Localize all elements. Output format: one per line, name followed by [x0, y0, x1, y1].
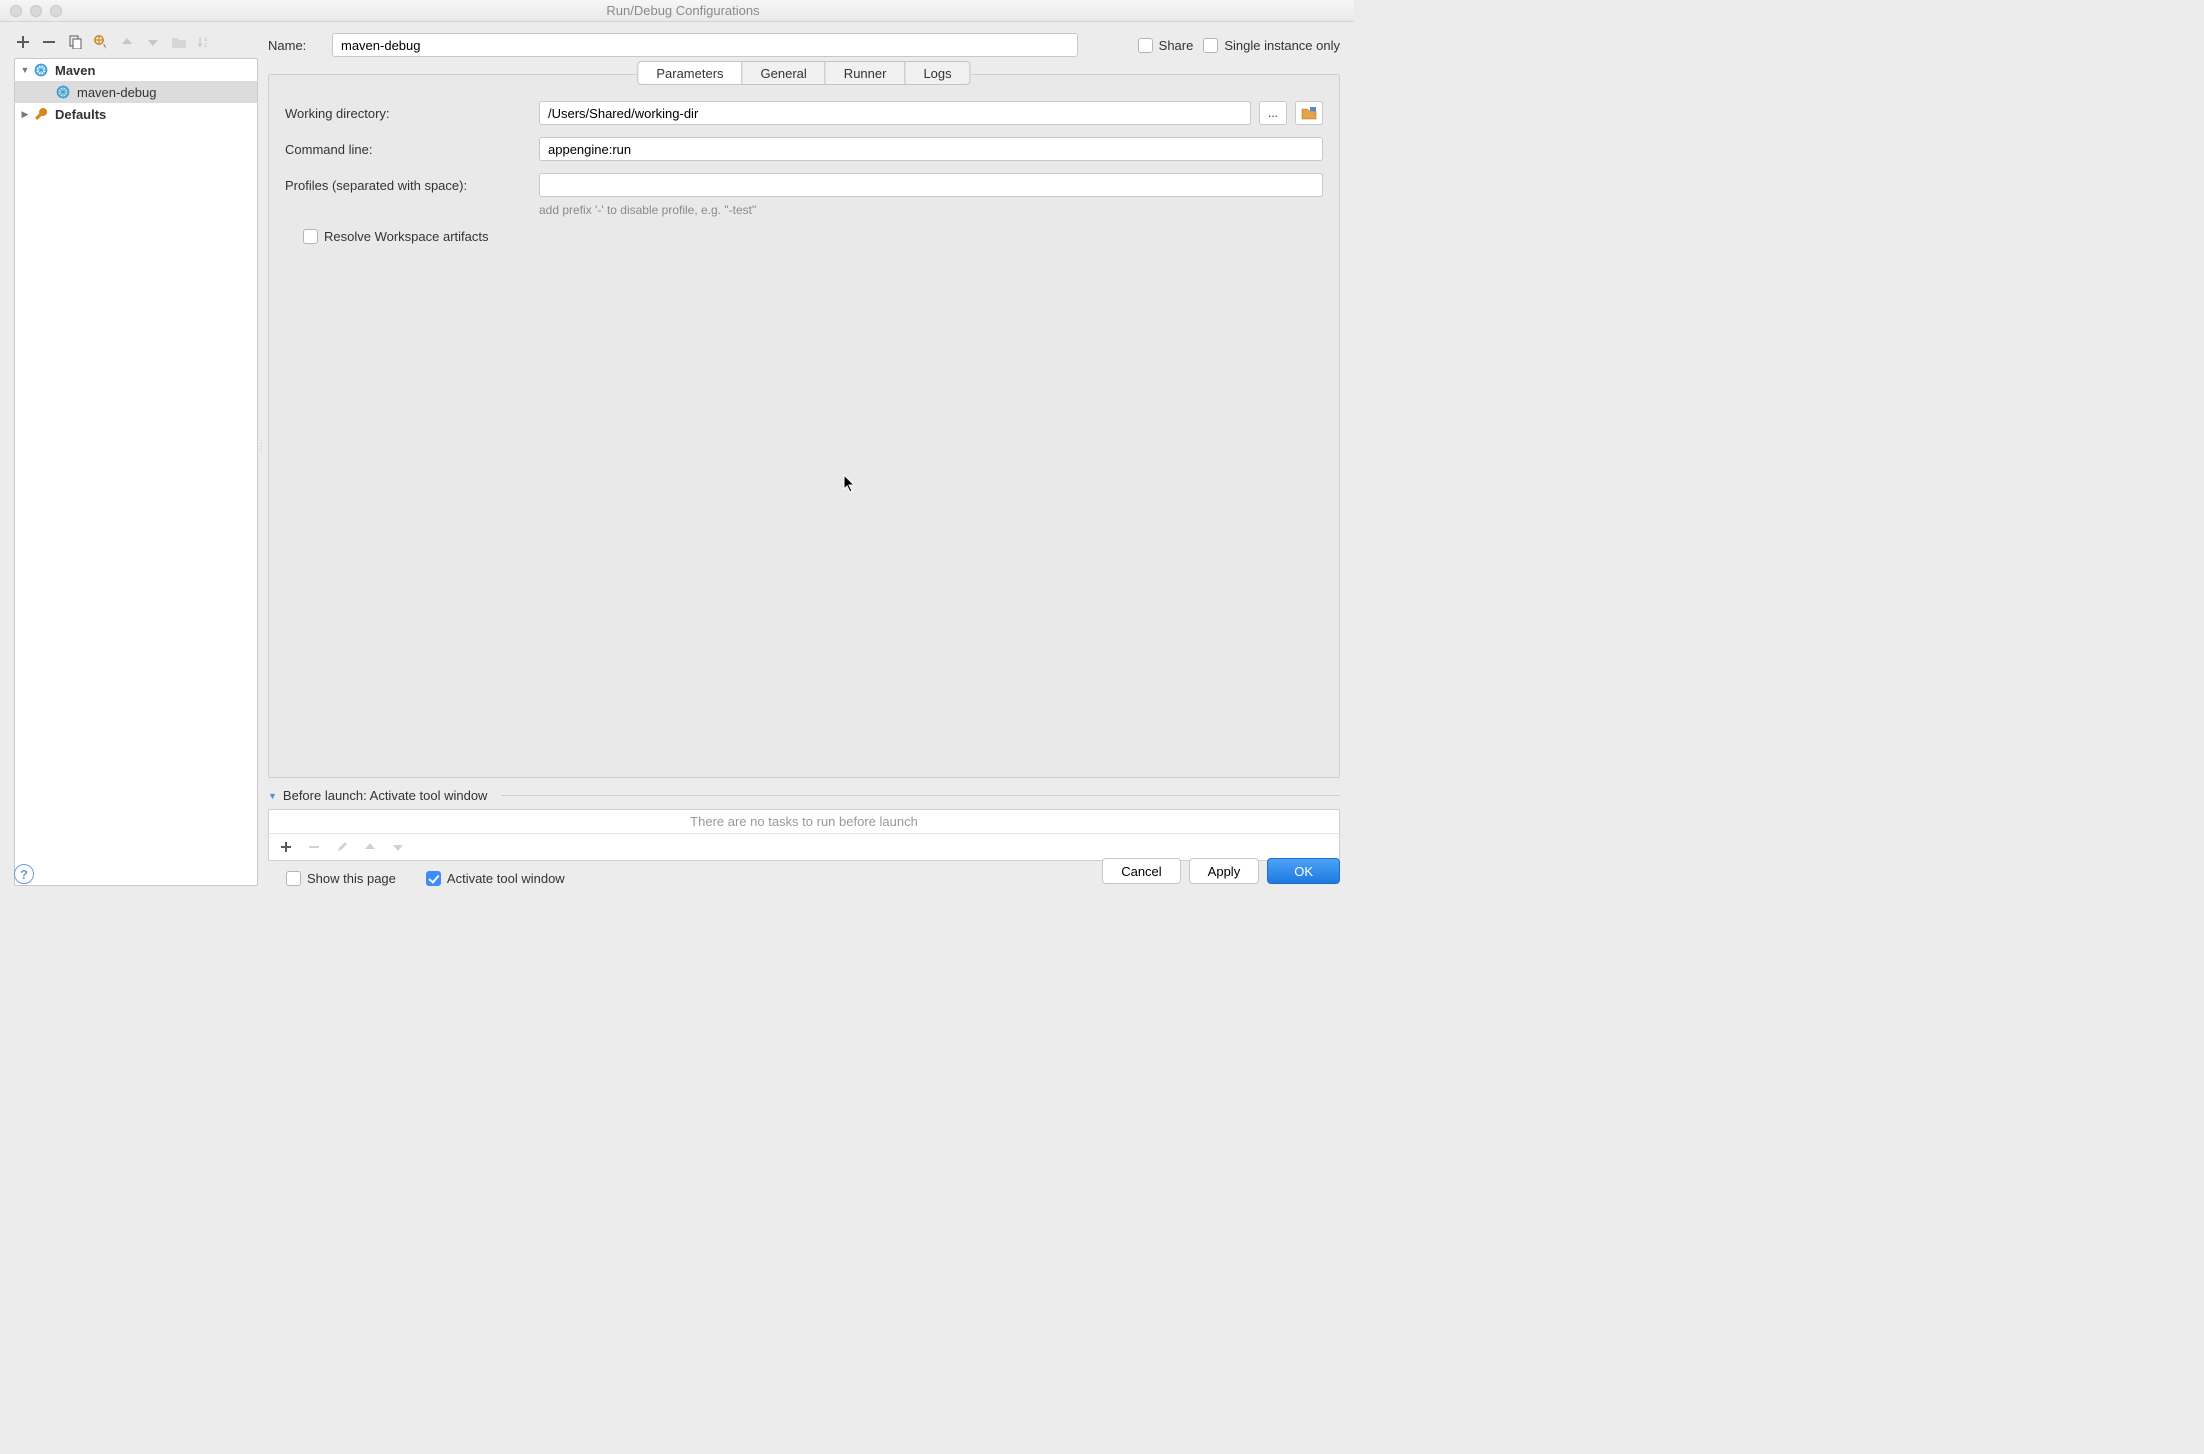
remove-task-button: [305, 838, 323, 856]
titlebar: Run/Debug Configurations: [0, 0, 1354, 22]
folder-button: [170, 33, 188, 51]
ok-button[interactable]: OK: [1267, 858, 1340, 884]
before-launch-title: Before launch: Activate tool window: [283, 788, 488, 803]
cancel-button[interactable]: Cancel: [1102, 858, 1180, 884]
profiles-label: Profiles (separated with space):: [285, 178, 531, 193]
activate-tool-window-input[interactable]: [426, 871, 441, 886]
task-up-button: [361, 838, 379, 856]
task-down-button: [389, 838, 407, 856]
move-up-button: [118, 33, 136, 51]
single-instance-checkbox[interactable]: Single instance only: [1203, 38, 1340, 53]
edit-task-button: [333, 838, 351, 856]
content: az ▼ Maven maven-debug ▶: [0, 22, 1354, 894]
resolve-workspace-checkbox-input[interactable]: [303, 229, 318, 244]
name-label: Name:: [268, 38, 322, 53]
tree-label: Maven: [55, 63, 95, 78]
tree-node-maven-debug[interactable]: maven-debug: [15, 81, 257, 103]
help-button[interactable]: ?: [14, 864, 34, 884]
before-launch-tasks: There are no tasks to run before launch: [268, 809, 1340, 861]
single-instance-label: Single instance only: [1224, 38, 1340, 53]
profiles-hint: add prefix '-' to disable profile, e.g. …: [539, 203, 1323, 217]
apply-button[interactable]: Apply: [1189, 858, 1260, 884]
name-input[interactable]: [332, 33, 1078, 57]
tree-label: maven-debug: [77, 85, 157, 100]
tab-general[interactable]: General: [742, 61, 826, 85]
command-line-label: Command line:: [285, 142, 531, 157]
show-this-page-input[interactable]: [286, 871, 301, 886]
add-task-button[interactable]: [277, 838, 295, 856]
tab-logs[interactable]: Logs: [904, 61, 970, 85]
command-line-input[interactable]: [539, 137, 1323, 161]
browse-button[interactable]: ...: [1259, 101, 1287, 125]
chevron-right-icon[interactable]: ▶: [19, 109, 31, 120]
tree-toolbar: az: [14, 30, 258, 58]
tabbar: Parameters General Runner Logs: [637, 61, 970, 85]
name-row: Name: Share Single instance only: [268, 30, 1340, 60]
move-down-button: [144, 33, 162, 51]
share-checkbox-input[interactable]: [1138, 38, 1153, 53]
config-tree[interactable]: ▼ Maven maven-debug ▶ Defaults: [14, 58, 258, 886]
wrench-icon: [33, 106, 49, 122]
maven-icon: [33, 62, 49, 78]
share-checkbox[interactable]: Share: [1138, 38, 1194, 53]
tasks-empty-text: There are no tasks to run before launch: [269, 810, 1339, 833]
insert-path-macro-button[interactable]: [1295, 101, 1323, 125]
svg-text:z: z: [204, 43, 207, 49]
activate-tool-window-label: Activate tool window: [447, 871, 565, 886]
working-dir-label: Working directory:: [285, 106, 531, 121]
resolve-workspace-checkbox[interactable]: Resolve Workspace artifacts: [303, 229, 1323, 244]
tab-runner[interactable]: Runner: [825, 61, 906, 85]
profiles-input[interactable]: [539, 173, 1323, 197]
share-label: Share: [1159, 38, 1194, 53]
single-instance-checkbox-input[interactable]: [1203, 38, 1218, 53]
resolve-workspace-label: Resolve Workspace artifacts: [324, 229, 489, 244]
show-this-page-label: Show this page: [307, 871, 396, 886]
parameters-body: Working directory: ... Command line: Pro…: [269, 75, 1339, 260]
tree-node-defaults[interactable]: ▶ Defaults: [15, 103, 257, 125]
chevron-down-icon[interactable]: ▼: [268, 791, 277, 801]
window-title: Run/Debug Configurations: [12, 3, 1354, 18]
copy-config-button[interactable]: [66, 33, 84, 51]
working-dir-input[interactable]: [539, 101, 1251, 125]
chevron-down-icon[interactable]: ▼: [19, 65, 31, 75]
left-pane: az ▼ Maven maven-debug ▶: [0, 22, 258, 894]
save-template-button[interactable]: [92, 33, 110, 51]
tree-node-maven[interactable]: ▼ Maven: [15, 59, 257, 81]
tree-label: Defaults: [55, 107, 106, 122]
before-launch-header[interactable]: ▼ Before launch: Activate tool window: [268, 788, 1340, 803]
maven-icon: [55, 84, 71, 100]
show-this-page-checkbox[interactable]: Show this page: [286, 871, 396, 886]
section-rule: [501, 795, 1340, 796]
add-config-button[interactable]: [14, 33, 32, 51]
tasks-toolbar: [269, 833, 1339, 860]
right-pane: Name: Share Single instance only Paramet…: [258, 22, 1354, 894]
activate-tool-window-checkbox[interactable]: Activate tool window: [426, 871, 565, 886]
sort-alpha-button: az: [196, 33, 214, 51]
remove-config-button[interactable]: [40, 33, 58, 51]
tab-panel: Parameters General Runner Logs Working d…: [268, 74, 1340, 778]
tab-parameters[interactable]: Parameters: [637, 61, 742, 85]
dialog-buttons: Cancel Apply OK: [1102, 858, 1340, 884]
